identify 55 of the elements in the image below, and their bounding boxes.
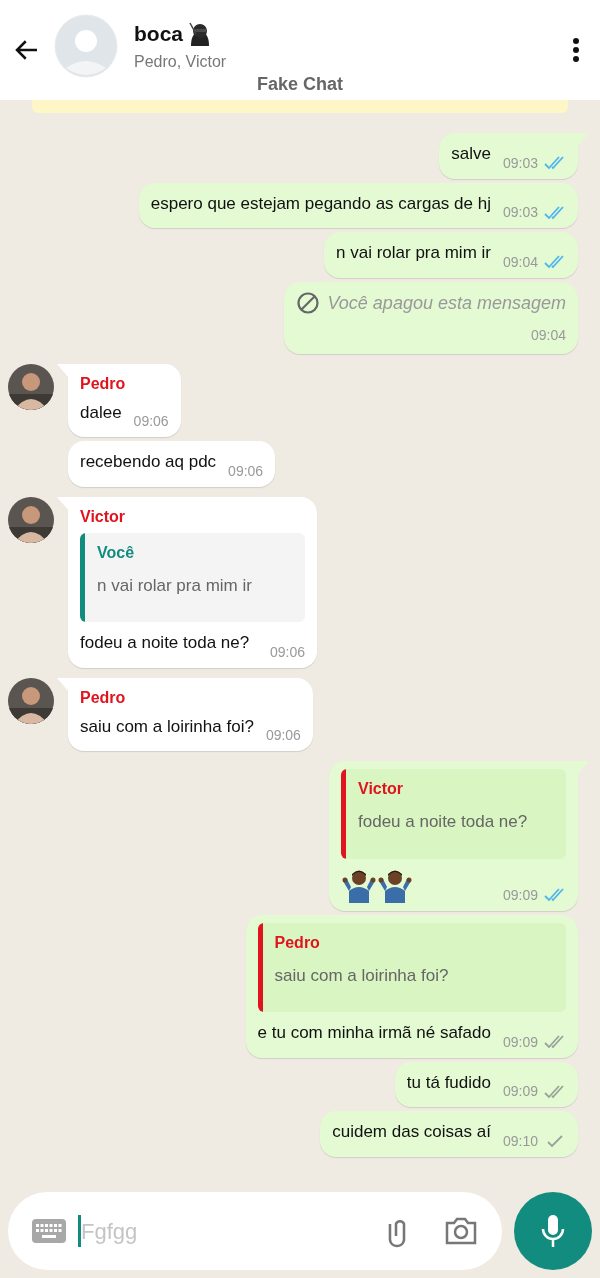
more-options-icon[interactable] (572, 37, 580, 63)
quote-text: n vai rolar pra mim ir (97, 574, 253, 597)
message-bubble[interactable]: recebendo aq pdc 09:06 (68, 441, 276, 487)
quoted-message[interactable]: Você n vai rolar pra mim ir (80, 532, 305, 622)
message-bubble[interactable]: cuidem das coisas aí 09:10 (320, 1111, 578, 1157)
quoted-message[interactable]: Pedro saiu com a loirinha foi? (257, 922, 566, 1012)
message-text: tu tá fudido (406, 1071, 491, 1094)
chat-title: boca (134, 21, 183, 48)
message-bubble[interactable]: Pedro dalee 09:06 (68, 363, 181, 437)
quoted-message[interactable]: Victor fodeu a noite toda ne? (341, 769, 566, 859)
quote-text: fodeu a noite toda ne? (358, 811, 529, 833)
message-text: dalee (80, 401, 122, 424)
message-bubble[interactable]: Victor fodeu a noite toda ne? 09:09 (329, 761, 578, 911)
quote-author: Pedro (274, 932, 321, 953)
sender-name: Pedro (80, 687, 127, 708)
chat-subtitle: Pedro, Victor (134, 51, 227, 72)
message-text: e tu com minha irmã né safado (257, 1022, 491, 1044)
microphone-icon (541, 1214, 565, 1248)
blocked-icon (295, 291, 320, 315)
message-text: cuidem das coisas aí (332, 1121, 491, 1143)
message-text: recebendo aq pdc (80, 451, 217, 473)
message-text: salve (451, 143, 491, 165)
message-time: 09:03 (502, 203, 538, 222)
message-time: 09:06 (133, 412, 169, 431)
quote-author: Você (97, 542, 136, 563)
sender-name: Victor (80, 506, 127, 527)
message-bubble[interactable]: salve 09:03 (439, 133, 578, 179)
message-bubble[interactable]: Pedro saiu com a loirinha foi? e tu com minha irmã né safado 09:09 (245, 914, 578, 1058)
message-bubble[interactable]: n vai rolar pra mim ir 09:04 (324, 232, 578, 278)
message-time: 09:03 (502, 153, 538, 173)
message-text: espero que estejam pegando as cargas de hj (150, 192, 491, 215)
quote-author: Victor (358, 779, 405, 799)
message-time: 09:09 (502, 1032, 538, 1052)
message-bubble[interactable]: espero que estejam pegando as cargas de hj 09:03 (138, 182, 578, 228)
message-time: 09:06 (265, 726, 301, 745)
message-bubble[interactable]: Victor Você n vai rolar pra mim ir fodeu a noite toda ne? 09:06 (68, 496, 317, 668)
app-label: Fake Chat (257, 73, 343, 96)
sender-name: Pedro (80, 373, 127, 394)
keyboard-icon[interactable] (32, 1219, 66, 1243)
message-time: 09:04 (502, 252, 538, 272)
message-text: saiu com a loirinha foi? (80, 715, 254, 738)
message-time: 09:10 (502, 1131, 538, 1151)
message-time: 09:04 (530, 325, 566, 345)
camera-icon[interactable] (444, 1216, 478, 1246)
quote-text: saiu com a loirinha foi? (274, 964, 450, 987)
message-bubble[interactable]: tu tá fudido 09:09 (394, 1061, 578, 1107)
message-time: 09:09 (502, 885, 538, 905)
deleted-message-text: Você apagou esta mensagem (327, 291, 566, 315)
message-bubble[interactable]: Pedro saiu com a loirinha foi? 09:06 (68, 677, 313, 751)
message-input-field[interactable]: Fgfgg (81, 1214, 370, 1248)
message-text: n vai rolar pra mim ir (336, 242, 491, 264)
message-time: 09:09 (502, 1082, 538, 1101)
message-time: 09:06 (269, 642, 305, 662)
message-text: fodeu a noite toda ne? (80, 632, 250, 654)
message-time: 09:06 (228, 461, 264, 481)
